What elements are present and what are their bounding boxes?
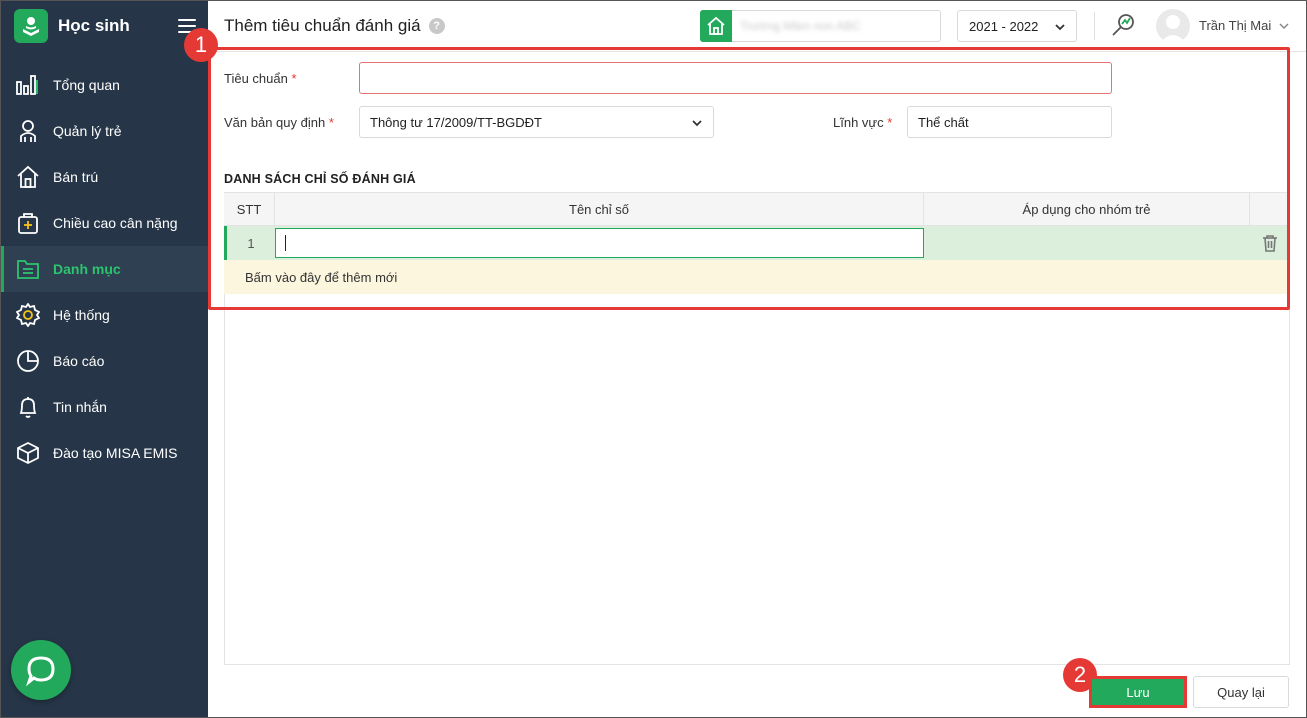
sidebar-item-label: Tổng quan — [53, 77, 120, 93]
school-year-value: 2021 - 2022 — [969, 18, 1039, 34]
sidebar-menu: Tổng quan Quản lý trẻ Bán trú Chiều cao … — [0, 62, 208, 476]
regulation-doc-value: Thông tư 17/2009/TT-BGDĐT — [370, 114, 542, 130]
bell-icon — [14, 393, 42, 421]
sidebar-item-label: Chiều cao cân nặng — [53, 215, 178, 231]
sidebar-item-label: Tin nhắn — [53, 399, 107, 415]
text-caret — [285, 235, 286, 251]
folder-list-icon — [14, 255, 42, 283]
field-label: Lĩnh vực * — [833, 115, 893, 130]
medical-kit-icon — [14, 209, 42, 237]
row-name-cell — [275, 226, 924, 260]
gear-icon — [14, 301, 42, 329]
sidebar-item-chieu-cao-can-nang[interactable]: Chiều cao cân nặng — [0, 200, 208, 246]
house-icon — [14, 163, 42, 191]
main-content: Tiêu chuẩn * Văn bản quy định * Thông tư… — [184, 28, 1307, 718]
row-stt: 1 — [247, 235, 255, 251]
column-header-actions — [1250, 193, 1290, 225]
school-name: Trường Mầm non ABC — [740, 19, 861, 33]
regulation-doc-label: Văn bản quy định * — [224, 115, 334, 130]
column-header-group: Áp dụng cho nhóm trẻ — [924, 193, 1250, 225]
help-icon[interactable]: ? — [428, 17, 445, 34]
school-year-select[interactable]: 2021 - 2022 — [957, 10, 1077, 42]
column-header-stt: STT — [224, 193, 275, 225]
index-name-input[interactable] — [275, 228, 924, 258]
sidebar-item-tong-quan[interactable]: Tổng quan — [0, 62, 208, 108]
sidebar-item-tin-nhan[interactable]: Tin nhắn — [0, 384, 208, 430]
sidebar-item-he-thong[interactable]: Hệ thống — [0, 292, 208, 338]
sidebar-header: Học sinh — [0, 0, 208, 52]
table-row: 1 — [224, 226, 1290, 260]
chart-bars-icon — [14, 71, 42, 99]
sidebar-item-label: Danh mục — [53, 261, 121, 277]
chevron-down-icon — [1055, 24, 1065, 31]
page-title: Thêm tiêu chuẩn đánh giá — [224, 15, 421, 35]
chevron-down-icon — [692, 120, 702, 127]
sidebar-item-label: Hệ thống — [53, 307, 110, 323]
school-house-icon — [700, 9, 732, 42]
delete-row-button[interactable] — [1250, 226, 1290, 260]
chat-button[interactable] — [11, 640, 71, 700]
standard-input[interactable] — [359, 62, 1112, 94]
sidebar-item-label: Quản lý trẻ — [53, 123, 122, 139]
back-button[interactable]: Quay lại — [1193, 676, 1289, 708]
user-name[interactable]: Trần Thị Mai — [1199, 18, 1271, 33]
column-header-name: Tên chỉ số — [275, 193, 924, 225]
app-title: Học sinh — [58, 16, 130, 35]
add-row-button[interactable]: Bấm vào đây để thêm mới — [224, 260, 1290, 294]
sidebar-item-label: Bán trú — [53, 169, 99, 185]
sidebar: Học sinh Tổng quan Quản lý trẻ Bán trú C… — [0, 0, 208, 718]
save-button[interactable]: Lưu — [1089, 676, 1187, 708]
pie-chart-icon — [14, 347, 42, 375]
sidebar-item-dao-tao[interactable]: Đào tạo MISA EMIS — [0, 430, 208, 476]
regulation-doc-select[interactable]: Thông tư 17/2009/TT-BGDĐT — [359, 106, 714, 138]
callout-badge-1: 1 — [184, 28, 218, 62]
sidebar-item-quan-ly-tre[interactable]: Quản lý trẻ — [0, 108, 208, 154]
section-title: DANH SÁCH CHỈ SỐ ĐÁNH GIÁ — [224, 172, 416, 186]
school-selector[interactable]: Trường Mầm non ABC — [700, 9, 941, 42]
index-grid: STT Tên chỉ số Áp dụng cho nhóm trẻ 1 Bấ… — [224, 192, 1290, 294]
sidebar-item-bao-cao[interactable]: Báo cáo — [0, 338, 208, 384]
search-analytics-icon[interactable] — [1110, 12, 1136, 38]
cube-icon — [14, 439, 42, 467]
trash-icon — [1263, 235, 1277, 252]
chevron-down-icon[interactable] — [1278, 20, 1290, 32]
sidebar-item-ban-tru[interactable]: Bán trú — [0, 154, 208, 200]
grid-header: STT Tên chỉ số Áp dụng cho nhóm trẻ — [224, 192, 1290, 226]
child-icon — [14, 117, 42, 145]
sidebar-item-danh-muc[interactable]: Danh mục — [0, 246, 208, 292]
sidebar-item-label: Đào tạo MISA EMIS — [53, 445, 178, 461]
topbar: Thêm tiêu chuẩn đánh giá ? Trường Mầm no… — [208, 0, 1307, 52]
chat-bubble-icon — [26, 656, 55, 686]
app-logo-icon — [14, 9, 48, 43]
sidebar-item-label: Báo cáo — [53, 353, 105, 369]
field-input[interactable]: Thể chất — [907, 106, 1112, 138]
row-group-cell[interactable] — [924, 226, 1250, 260]
topbar-divider — [1094, 12, 1095, 40]
standard-label: Tiêu chuẩn * — [224, 71, 297, 86]
avatar[interactable] — [1156, 9, 1190, 43]
